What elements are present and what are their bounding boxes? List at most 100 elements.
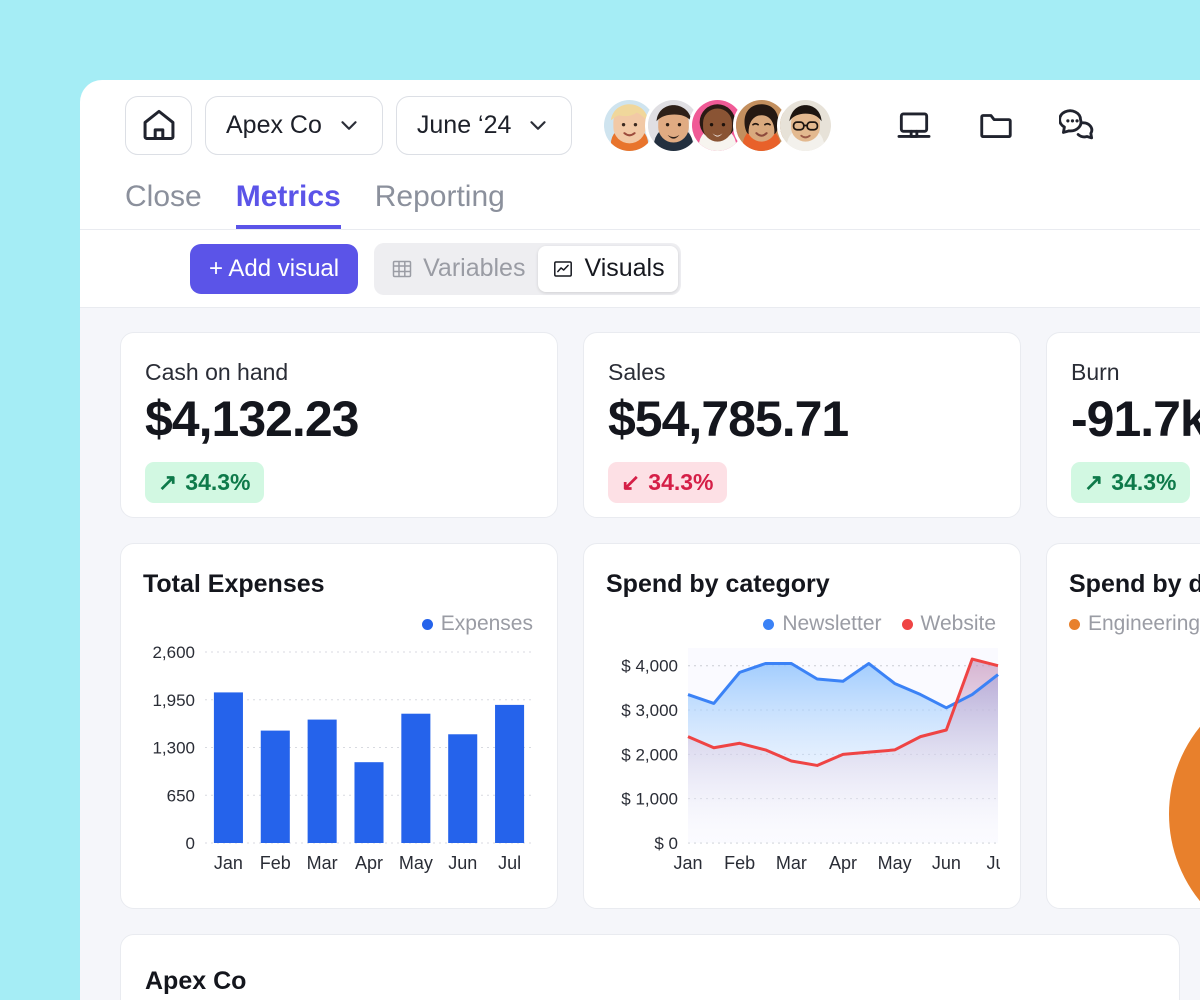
chart-legend: Newsletter Website <box>763 612 996 636</box>
legend-label: Newsletter <box>782 612 881 636</box>
visual-toolbar: + Add visual Variables Visuals <box>80 230 1200 308</box>
svg-text:Apr: Apr <box>355 853 383 873</box>
legend-item: Engineering <box>1069 612 1200 636</box>
metric-label: Cash on hand <box>145 359 533 386</box>
metric-value: $4,132.23 <box>145 390 533 448</box>
metric-card-burn[interactable]: Burn -91.7k ↗ 34.3% <box>1046 332 1200 518</box>
chart-card-total-expenses[interactable]: Total Expenses Expenses 0 650 1,300 1,950 2,… <box>120 543 558 909</box>
svg-text:650: 650 <box>167 786 195 805</box>
legend-item: Expenses <box>422 612 533 636</box>
metric-card-sales[interactable]: Sales $54,785.71 ↙ 34.3% <box>583 332 1021 518</box>
svg-text:Jul: Jul <box>498 853 521 873</box>
chart-legend: Expenses <box>422 612 533 636</box>
legend-label: Expenses <box>441 612 533 636</box>
app-window: Apex Co June ‘24 <box>80 80 1200 1000</box>
legend-swatch-icon <box>422 619 433 630</box>
chart-title: Spend by dep <box>1069 570 1200 599</box>
legend-item: Website <box>902 612 996 636</box>
metric-label: Burn <box>1071 359 1200 386</box>
legend-item: Newsletter <box>763 612 881 636</box>
tab-bar: Close Metrics Reporting <box>80 170 1200 230</box>
legend-swatch-icon <box>763 619 774 630</box>
avatar[interactable] <box>777 97 834 154</box>
svg-text:Apr: Apr <box>829 853 857 873</box>
svg-text:1,300: 1,300 <box>152 739 195 758</box>
svg-text:2,600: 2,600 <box>152 644 195 662</box>
svg-text:$ 0: $ 0 <box>654 834 678 853</box>
tab-close[interactable]: Close <box>125 180 202 229</box>
area-chart-plot: $ 0 $ 1,000 $ 2,000 $ 3,000 $ 4,000 Jan Feb Mar… <box>606 644 1000 879</box>
chart-card-spend-by-category[interactable]: Spend by category Newsletter Website $ 0… <box>583 543 1021 909</box>
status-badge: ↗ 34.3% <box>145 462 264 503</box>
metric-delta: 34.3% <box>1111 469 1176 496</box>
period-selector[interactable]: June ‘24 <box>396 96 573 155</box>
svg-text:Mar: Mar <box>776 853 807 873</box>
metric-delta: 34.3% <box>648 469 713 496</box>
metric-label: Sales <box>608 359 996 386</box>
folder-icon[interactable] <box>977 106 1015 144</box>
svg-text:$ 3,000: $ 3,000 <box>621 701 678 720</box>
svg-text:Jan: Jan <box>673 853 702 873</box>
chart-title: Spend by category <box>606 570 996 599</box>
bar-chart-plot: 0 650 1,300 1,950 2,600 Jan Feb Mar Apr May Jun Jul <box>143 644 537 879</box>
view-mode-segmented-control: Variables Visuals <box>374 243 681 295</box>
chart-card-spend-by-department[interactable]: Spend by dep Engineering <box>1046 543 1200 909</box>
legend-swatch-icon <box>902 619 913 630</box>
chevron-down-icon <box>336 112 362 138</box>
company-summary-card[interactable]: Apex Co <box>120 934 1180 1000</box>
svg-text:Feb: Feb <box>724 853 755 873</box>
svg-text:$ 4,000: $ 4,000 <box>621 657 678 676</box>
arrow-up-right-icon: ↗ <box>1084 469 1103 496</box>
svg-text:Jun: Jun <box>448 853 477 873</box>
chart-square-icon <box>551 257 575 281</box>
tab-metrics[interactable]: Metrics <box>236 180 341 229</box>
status-badge: ↗ 34.3% <box>1071 462 1190 503</box>
svg-text:Jul: Jul <box>986 853 1000 873</box>
company-label: Apex Co <box>226 111 322 140</box>
avatar-group[interactable] <box>601 97 834 154</box>
legend-label: Engineering <box>1088 612 1200 636</box>
metric-card-row: Cash on hand $4,132.23 ↗ 34.3% Sales $54… <box>120 332 1200 518</box>
donut-chart-plot <box>1157 664 1200 964</box>
segment-variables[interactable]: Variables <box>377 246 538 292</box>
metric-delta: 34.3% <box>185 469 250 496</box>
metric-value: $54,785.71 <box>608 390 996 448</box>
arrow-up-right-icon: ↗ <box>158 469 177 496</box>
svg-text:Jun: Jun <box>932 853 961 873</box>
svg-text:May: May <box>878 853 912 873</box>
dashboard-content: Cash on hand $4,132.23 ↗ 34.3% Sales $54… <box>80 308 1200 1000</box>
segment-visuals[interactable]: Visuals <box>538 246 677 292</box>
svg-text:Feb: Feb <box>260 853 291 873</box>
tab-reporting[interactable]: Reporting <box>375 180 505 229</box>
metric-card-cash-on-hand[interactable]: Cash on hand $4,132.23 ↗ 34.3% <box>120 332 558 518</box>
company-selector[interactable]: Apex Co <box>205 96 383 155</box>
svg-text:$ 1,000: $ 1,000 <box>621 790 678 809</box>
svg-text:May: May <box>399 853 433 873</box>
home-icon <box>140 106 178 144</box>
svg-text:Jan: Jan <box>214 853 243 873</box>
laptop-icon[interactable] <box>895 106 933 144</box>
svg-text:Mar: Mar <box>307 853 338 873</box>
add-visual-button[interactable]: + Add visual <box>190 244 358 294</box>
company-summary-title: Apex Co <box>145 967 1155 996</box>
segment-variables-label: Variables <box>423 254 525 283</box>
legend-label: Website <box>921 612 996 636</box>
chart-legend: Engineering <box>1069 612 1200 636</box>
svg-text:$ 2,000: $ 2,000 <box>621 745 678 764</box>
table-grid-icon <box>390 257 414 281</box>
legend-swatch-icon <box>1069 619 1080 630</box>
status-badge: ↙ 34.3% <box>608 462 727 503</box>
home-button[interactable] <box>125 96 192 155</box>
top-bar: Apex Co June ‘24 <box>80 80 1200 170</box>
chart-card-row: Total Expenses Expenses 0 650 1,300 1,950 2,… <box>120 543 1200 909</box>
chart-title: Total Expenses <box>143 570 533 599</box>
arrow-down-left-icon: ↙ <box>621 469 640 496</box>
topbar-icon-group <box>895 106 1097 144</box>
period-label: June ‘24 <box>417 111 512 140</box>
svg-text:0: 0 <box>186 834 195 853</box>
segment-visuals-label: Visuals <box>584 254 664 283</box>
svg-text:1,950: 1,950 <box>152 691 195 710</box>
chat-bubble-icon[interactable] <box>1059 106 1097 144</box>
chevron-down-icon <box>525 112 551 138</box>
metric-value: -91.7k <box>1071 390 1200 448</box>
